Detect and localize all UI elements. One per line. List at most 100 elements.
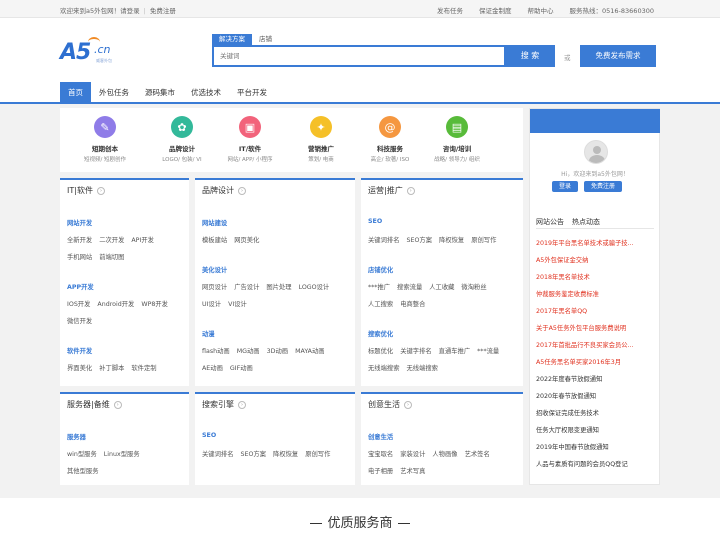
chevron-right-icon[interactable]: › — [238, 186, 246, 195]
category-link[interactable]: 界面美化 — [67, 363, 92, 372]
category-link[interactable]: 模板建站 — [202, 235, 227, 244]
tab-solutions[interactable]: 解决方案 — [212, 34, 252, 45]
subcategory-title[interactable]: 网站建设 — [202, 218, 227, 227]
category-link[interactable]: win型服务 — [67, 449, 97, 458]
publish-task-link[interactable]: 发布任务 — [437, 5, 463, 15]
category-link[interactable]: 补丁脚本 — [99, 363, 124, 372]
card-title[interactable]: 搜索引擎 › — [202, 399, 246, 410]
subcategory-title[interactable]: 软件开发 — [67, 346, 92, 355]
category-link[interactable]: 软件定制 — [131, 363, 156, 372]
news-item[interactable]: 2019年中国春节放假通知 — [536, 439, 656, 456]
category-link[interactable]: 微信开发 — [67, 316, 92, 325]
subcategory-title[interactable]: 店铺优化 — [368, 265, 393, 274]
news-item[interactable]: 2019年平台黑名单技术或骗子技... — [536, 235, 656, 252]
service-item[interactable]: ✎ 短期创本 短视频/ 短剧创作 — [70, 116, 140, 163]
chevron-right-icon[interactable]: › — [113, 400, 122, 409]
category-link[interactable]: 原创写作 — [305, 449, 330, 458]
card-title[interactable]: 运营|推广 › — [368, 185, 415, 196]
help-link[interactable]: 帮助中心 — [528, 5, 554, 15]
subcategory-title[interactable]: 网站开发 — [67, 218, 92, 227]
service-item[interactable]: ▤ 咨询/培训 战略/ 领导力/ 组织 — [422, 116, 492, 163]
category-link[interactable]: 宝宝取名 — [368, 449, 393, 458]
category-link[interactable]: LOGO设计 — [299, 282, 330, 291]
category-link[interactable]: 艺术写真 — [400, 466, 425, 475]
category-link[interactable]: 关键词排名 — [368, 235, 399, 244]
register-link[interactable]: 免费注册 — [150, 7, 176, 15]
category-link[interactable]: 关键词排名 — [202, 449, 233, 458]
category-link[interactable]: VI设计 — [228, 299, 247, 308]
publish-demand-button[interactable]: 免费发布需求 — [580, 45, 656, 67]
card-title[interactable]: IT|软件 › — [67, 185, 105, 196]
category-link[interactable]: 搜索流量 — [397, 282, 422, 291]
chevron-right-icon[interactable]: › — [404, 400, 412, 409]
news-item[interactable]: 人品与素质有问题的会员QQ登记 — [536, 456, 656, 473]
nav-platform[interactable]: 平台开发 — [229, 82, 275, 104]
category-link[interactable]: IOS开发 — [67, 299, 90, 308]
category-link[interactable]: 微淘粉丝 — [461, 282, 486, 291]
subcategory-title[interactable]: 搜索优化 — [368, 329, 393, 338]
search-input[interactable] — [214, 47, 504, 65]
category-link[interactable]: 直通车推广 — [439, 346, 470, 355]
category-link[interactable]: GIF动画 — [230, 363, 253, 372]
category-link[interactable]: 标题优化 — [368, 346, 393, 355]
category-link[interactable]: 3D动画 — [267, 346, 288, 355]
category-link[interactable]: 无线端搜索 — [406, 363, 437, 372]
news-item[interactable]: 2017年黑名单QQ — [536, 303, 656, 320]
news-item[interactable]: 2018年黑名单技术 — [536, 269, 656, 286]
category-link[interactable]: 广告设计 — [234, 282, 259, 291]
category-link[interactable]: 手机网站 — [67, 252, 92, 261]
category-link[interactable]: SEO方案 — [406, 235, 432, 244]
category-link[interactable]: 电商整合 — [400, 299, 425, 308]
category-link[interactable]: 图片处理 — [266, 282, 291, 291]
search-button[interactable]: 搜 索 — [505, 45, 555, 67]
category-link[interactable]: AE动画 — [202, 363, 223, 372]
card-title[interactable]: 创意生活 › — [368, 399, 412, 410]
nav-source-market[interactable]: 源码集市 — [137, 82, 183, 104]
category-link[interactable]: Linux型服务 — [104, 449, 140, 458]
category-link[interactable]: 其他型服务 — [67, 466, 98, 475]
site-logo[interactable]: A5 .cn 威客外包 — [60, 37, 122, 66]
news-item[interactable]: 任务大厅权限变更通知 — [536, 422, 656, 439]
tab-shops[interactable]: 店铺 — [252, 34, 279, 45]
news-item[interactable]: A5任务黑名单买家2016年3月 — [536, 354, 656, 371]
category-link[interactable]: API开发 — [131, 235, 154, 244]
category-link[interactable]: ***流量 — [477, 346, 499, 355]
subcategory-title[interactable]: APP开发 — [67, 282, 94, 291]
category-link[interactable]: UI设计 — [202, 299, 221, 308]
deposit-link[interactable]: 保证金制度 — [479, 5, 512, 15]
tab-announcements[interactable]: 网站公告 — [536, 215, 564, 228]
category-link[interactable]: 人物画像 — [432, 449, 457, 458]
news-item[interactable]: 2022年度春节放假通知 — [536, 371, 656, 388]
nav-tech[interactable]: 优选技术 — [183, 82, 229, 104]
news-item[interactable]: A5外包保证金交纳 — [536, 252, 656, 269]
category-link[interactable]: 前端切图 — [99, 252, 124, 261]
category-link[interactable]: 降权恢复 — [439, 235, 464, 244]
news-item[interactable]: 2020年春节放假通知 — [536, 388, 656, 405]
welcome-login-link[interactable]: 欢迎来到a5外包网！请登录 — [60, 7, 140, 15]
nav-home[interactable]: 首页 — [60, 82, 91, 104]
chevron-right-icon[interactable]: › — [406, 186, 415, 195]
subcategory-title[interactable]: 创意生活 — [368, 432, 393, 441]
service-item[interactable]: ✦ 营销推广 策划/ 电商 — [286, 116, 356, 163]
category-link[interactable]: 全新开发 — [67, 235, 92, 244]
subcategory-title[interactable]: 服务器 — [67, 432, 86, 441]
category-link[interactable]: 网页设计 — [202, 282, 227, 291]
news-item[interactable]: 关于A5任务外包平台服务费说明 — [536, 320, 656, 337]
service-item[interactable]: ▣ IT/软件 网站/ APP/ 小程序 — [215, 116, 285, 163]
login-button[interactable]: 登录 — [552, 181, 579, 192]
register-button[interactable]: 免费注册 — [584, 181, 623, 192]
service-item[interactable]: ✿ 品牌设计 LOGO/ 包装/ VI — [147, 116, 217, 163]
service-item[interactable]: @ 科技服务 高企/ 软著/ ISO — [355, 116, 425, 163]
chevron-right-icon[interactable]: › — [96, 186, 105, 195]
category-link[interactable]: 二次开发 — [99, 235, 124, 244]
category-link[interactable]: 网页美化 — [234, 235, 259, 244]
category-link[interactable]: 人工搜索 — [368, 299, 393, 308]
category-link[interactable]: ***推广 — [368, 282, 390, 291]
subcategory-title[interactable]: 动漫 — [202, 329, 215, 338]
category-link[interactable]: 无线端搜索 — [368, 363, 399, 372]
card-title[interactable]: 品牌设计 › — [202, 185, 246, 196]
nav-outsourcing[interactable]: 外包任务 — [91, 82, 137, 104]
category-link[interactable]: 人工收藏 — [429, 282, 454, 291]
subcategory-title[interactable]: SEO — [202, 432, 216, 439]
category-link[interactable]: MG动画 — [237, 346, 260, 355]
